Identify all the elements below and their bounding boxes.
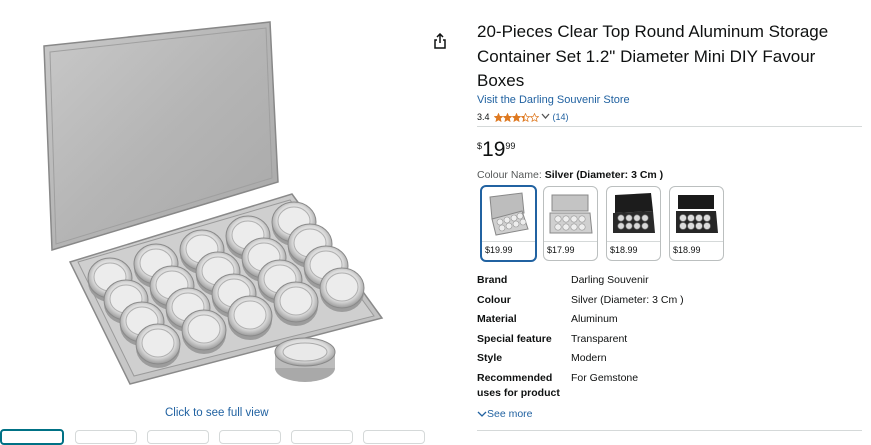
share-icon[interactable] <box>432 33 448 49</box>
colour-name-label: Colour Name: Silver (Diameter: 3 Cm ) <box>477 169 663 181</box>
swatch-price: $18.99 <box>673 245 701 255</box>
spec-key-style: Style <box>477 352 503 364</box>
spec-key-special-feature: Special feature <box>477 333 552 345</box>
spec-value-special-feature: Transparent <box>571 333 628 345</box>
swatch-price: $17.99 <box>547 245 575 255</box>
swatch-divider <box>607 241 660 242</box>
star-icon <box>502 112 512 122</box>
review-count[interactable]: (14) <box>553 112 569 122</box>
jar-window <box>187 314 221 344</box>
star-rating-icon <box>493 112 539 122</box>
product-title: 20-Pieces Clear Top Round Aluminum Stora… <box>477 22 829 90</box>
swatch-price: $19.99 <box>485 245 513 255</box>
chevron-down-icon <box>477 411 487 417</box>
chevron-down-icon[interactable] <box>541 112 550 122</box>
thumbnail-6[interactable] <box>363 430 425 444</box>
jar-window <box>141 328 175 358</box>
see-more-link[interactable]: See more <box>477 408 533 420</box>
spec-key-colour: Colour <box>477 294 511 306</box>
thumbnail-1[interactable] <box>0 429 64 445</box>
swatch-price: $18.99 <box>610 245 638 255</box>
price: $ 19 99 <box>477 138 515 162</box>
star-icon <box>493 112 503 122</box>
rating-value: 3.4 <box>477 112 490 122</box>
spec-key-brand: Brand <box>477 274 508 286</box>
spec-key-recommended-uses: Recommended uses for product <box>477 372 560 399</box>
colour-swatch-3[interactable]: $18.99 <box>606 186 661 261</box>
swatch-image <box>489 192 529 236</box>
spec-value-recommended-uses: For Gemstone <box>571 372 639 384</box>
see-more-label: See more <box>487 408 533 420</box>
thumbnail-5[interactable] <box>291 430 353 444</box>
price-whole: 19 <box>482 138 506 161</box>
swatch-image <box>676 195 718 233</box>
jar-window <box>233 300 267 330</box>
divider <box>477 126 862 127</box>
star-icon <box>529 112 539 122</box>
spec-key-material: Material <box>477 313 517 325</box>
divider <box>477 430 862 431</box>
colour-label-text: Colour Name: <box>477 169 545 181</box>
colour-selected-value: Silver (Diameter: 3 Cm ) <box>544 169 664 181</box>
thumbnail-4[interactable] <box>219 430 281 444</box>
spec-value-style: Modern <box>571 352 607 364</box>
swatch-divider <box>670 241 723 242</box>
spec-value-material: Aluminum <box>571 313 618 325</box>
thumbnail-3[interactable] <box>147 430 209 444</box>
swatch-image <box>549 194 593 234</box>
product-main-image[interactable] <box>30 18 400 393</box>
store-link[interactable]: Visit the Darling Souvenir Store <box>477 94 630 106</box>
swatch-image <box>613 193 655 233</box>
thumbnail-2[interactable] <box>75 430 137 444</box>
jar-window <box>279 286 313 316</box>
swatch-divider <box>544 241 597 242</box>
spec-value-colour: Silver (Diameter: 3 Cm ) <box>571 294 684 306</box>
click-to-see-full-view-link[interactable]: Click to see full view <box>165 407 269 419</box>
price-fraction: 99 <box>505 141 516 151</box>
swatch-divider <box>482 241 535 242</box>
rating-row[interactable]: 3.4 (14) <box>477 111 569 123</box>
star-icon <box>520 112 530 122</box>
spec-value-brand: Darling Souvenir <box>571 274 649 286</box>
colour-swatch-2[interactable]: $17.99 <box>543 186 598 261</box>
colour-swatch-1[interactable]: $19.99 <box>480 185 537 262</box>
jar-window <box>325 272 359 302</box>
colour-swatch-4[interactable]: $18.99 <box>669 186 724 261</box>
star-icon <box>511 112 521 122</box>
